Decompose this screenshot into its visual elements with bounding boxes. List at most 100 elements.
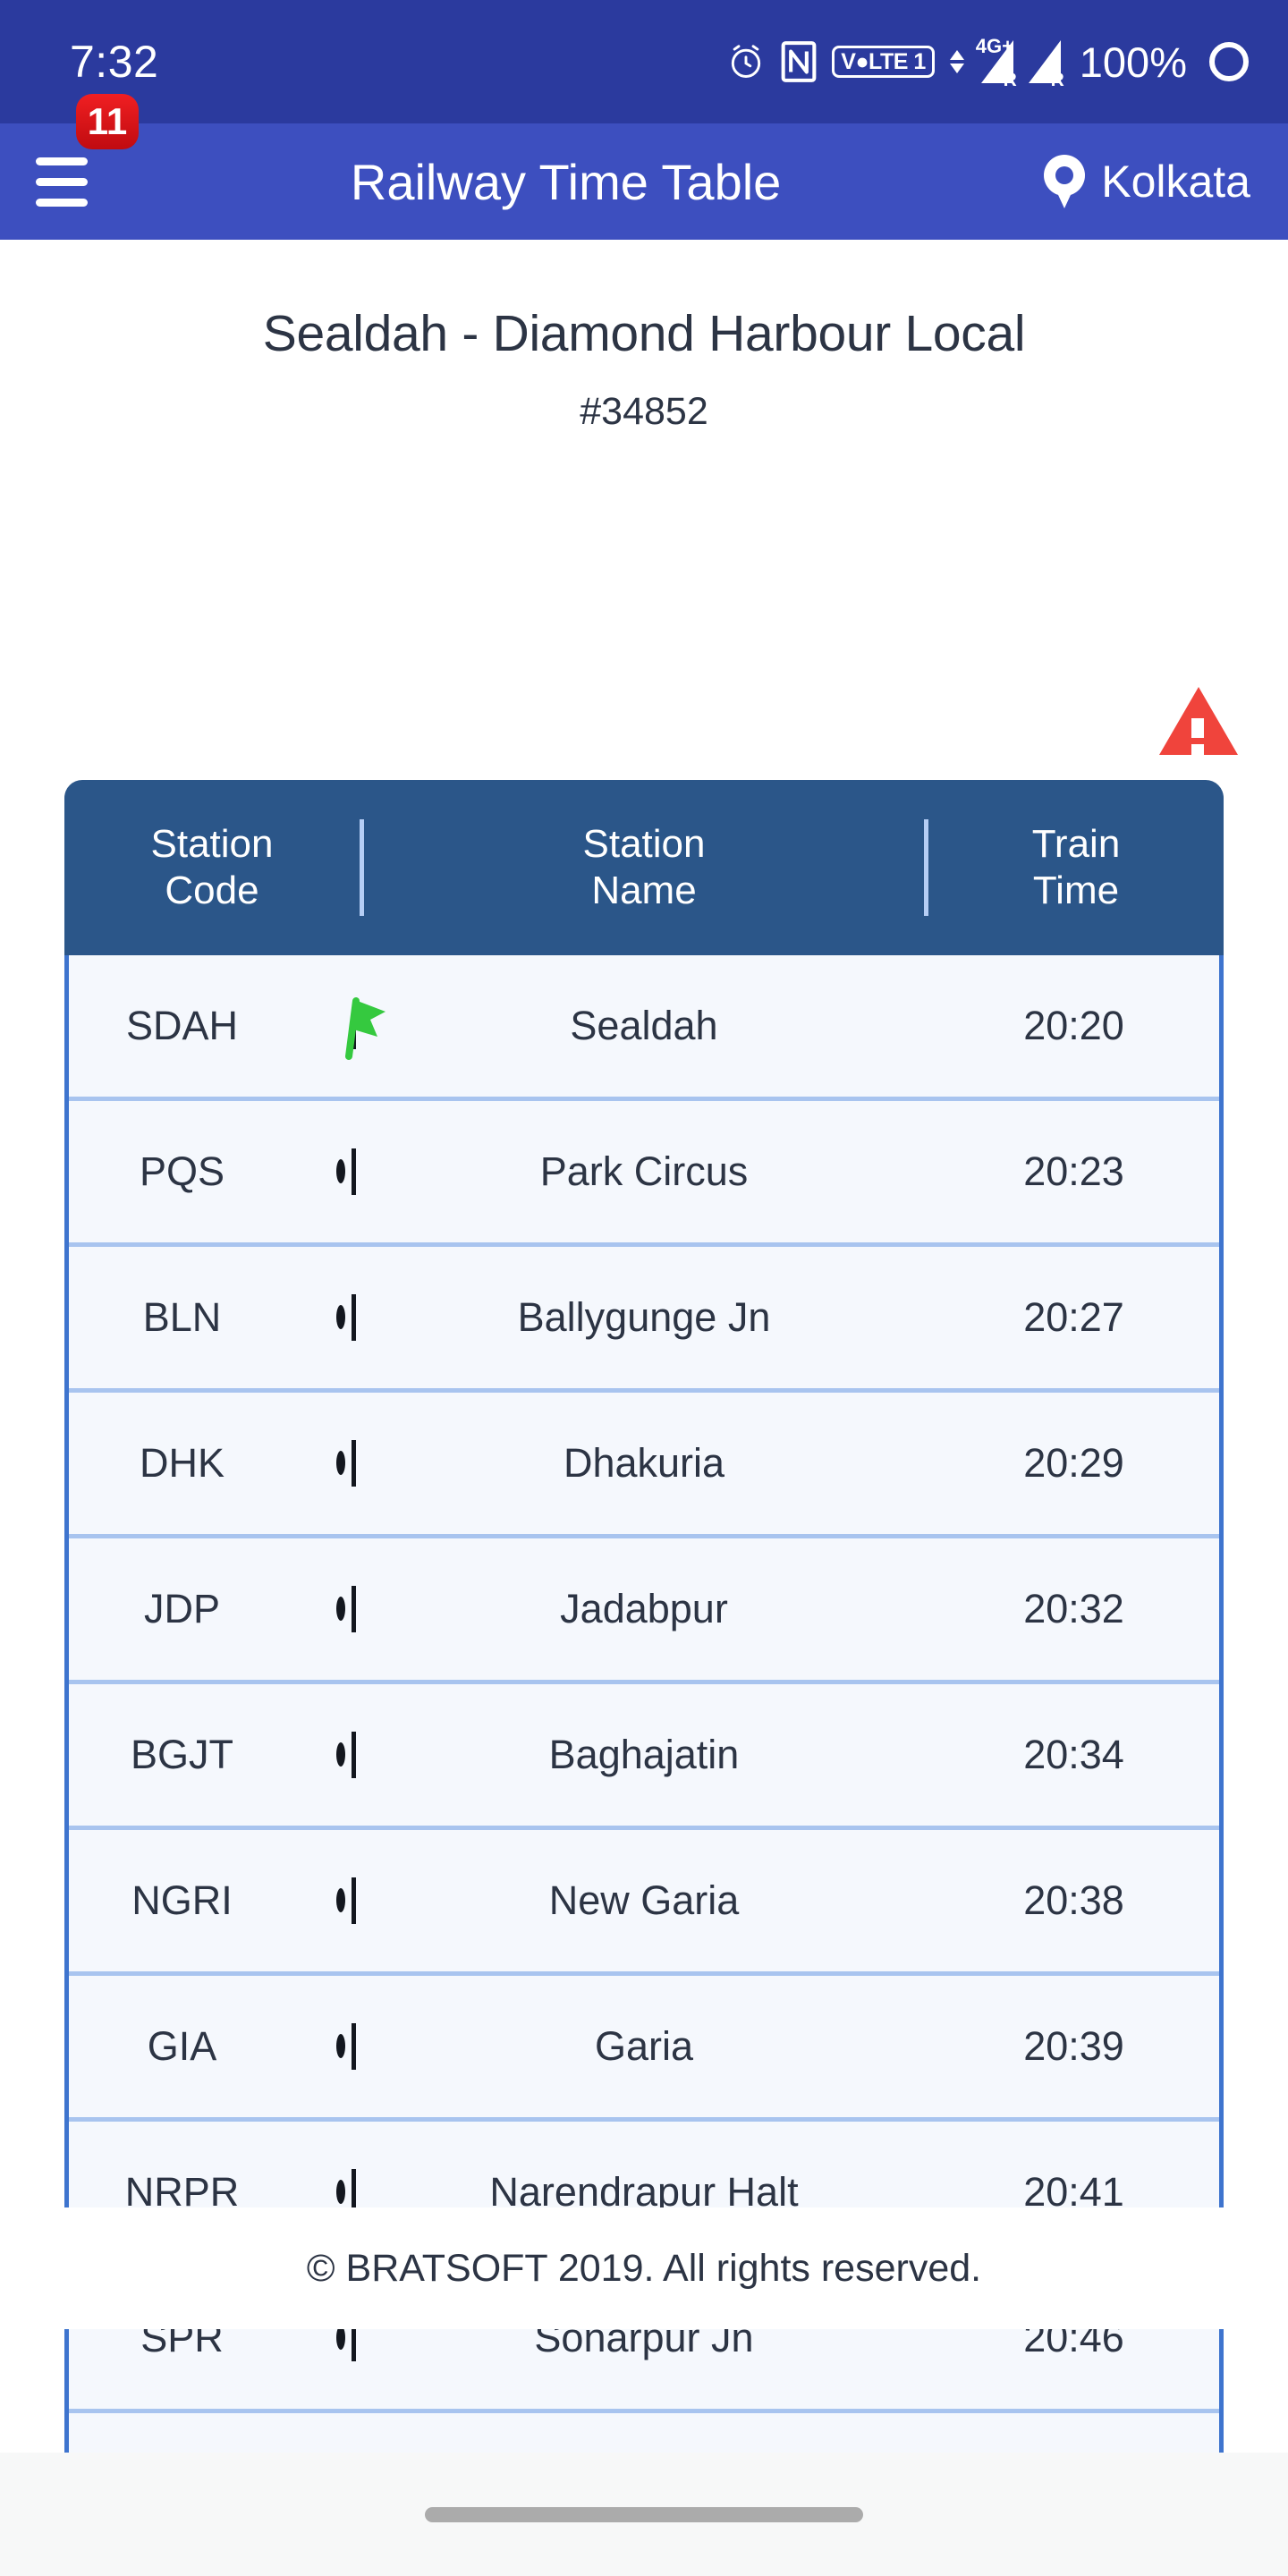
signal-strength-icon-2: R (1028, 40, 1064, 90)
notification-badge[interactable]: 11 (76, 94, 139, 149)
station-marker (336, 1597, 345, 1621)
station-code-label: NGRI (131, 1877, 233, 1923)
route-line (352, 1877, 356, 1924)
cell-station-code: PQS (69, 1148, 360, 1195)
table-row[interactable]: BLN Ballygunge Jn 20:27 (69, 1247, 1219, 1393)
train-time-label: 20:38 (1023, 1877, 1124, 1923)
station-marker (336, 1888, 345, 1912)
network-type-label: 4G+ (975, 35, 1013, 57)
train-time-label: 20:20 (1023, 1003, 1124, 1048)
station-name-label: Baghajatin (548, 1732, 740, 1777)
table-row[interactable]: GIA Garia 20:39 (69, 1976, 1219, 2122)
train-time-label: 20:29 (1023, 1440, 1124, 1486)
location-selector[interactable]: Kolkata (1044, 155, 1250, 208)
volte-indicator: V●LTE 1 (832, 45, 935, 79)
location-pin-icon (1044, 155, 1086, 208)
train-time-label: 20:23 (1023, 1148, 1124, 1194)
column-header-station-name: Station Name (582, 822, 706, 912)
cell-station-code: GIA (69, 2023, 360, 2070)
route-line (352, 1440, 356, 1487)
roaming-label-2: R (1050, 70, 1064, 90)
app-bar: 11 Railway Time Table Kolkata (0, 94, 1288, 240)
station-dot-icon (336, 1597, 345, 1621)
station-name-label: Jadabpur (560, 1586, 728, 1631)
hamburger-menu-icon[interactable]: 11 (36, 94, 139, 214)
copyright-text: © BRATSOFT 2019. All rights reserved. (306, 2246, 982, 2290)
route-line (352, 1148, 356, 1195)
station-marker (336, 1159, 345, 1183)
station-name-label: Dhakuria (563, 1440, 725, 1486)
station-code-label: BLN (142, 1294, 222, 1340)
table-row[interactable]: SBGRSubhas Gram20:50 (69, 2413, 1219, 2453)
table-row[interactable]: SDAH Sealdah 20:20 (69, 955, 1219, 1101)
station-dot-icon (336, 1451, 345, 1475)
train-number: #34852 (580, 390, 708, 433)
location-label: Kolkata (1101, 157, 1250, 207)
header-divider-1 (360, 819, 364, 916)
page-title: Railway Time Table (350, 153, 782, 210)
station-code-label: JDP (143, 1586, 220, 1631)
phone-screen: 7:32 V●LTE 1 4G+ R R 100% 11 Railway Tim… (0, 0, 1288, 2576)
station-name-label: Park Circus (539, 1148, 749, 1194)
station-dot-icon (336, 1305, 345, 1329)
status-time: 7:32 (70, 37, 159, 87)
table-row[interactable]: PQS Park Circus 20:23 (69, 1101, 1219, 1247)
route-line (352, 2023, 356, 2070)
table-row[interactable]: JDP Jadabpur 20:32 (69, 1538, 1219, 1684)
station-dot-icon (336, 1742, 345, 1767)
station-code-label: GIA (147, 2023, 217, 2069)
station-marker (336, 992, 390, 1060)
table-row[interactable]: DHK Dhakuria 20:29 (69, 1393, 1219, 1538)
station-marker (336, 2034, 345, 2058)
train-time-label: 20:27 (1023, 1294, 1124, 1340)
station-marker (336, 1451, 345, 1475)
train-route-title: Sealdah - Diamond Harbour Local (262, 305, 1026, 362)
table-row[interactable]: BGJT Baghajatin 20:34 (69, 1684, 1219, 1830)
warning-exclamation (1191, 718, 1204, 756)
data-transfer-icon (949, 50, 964, 73)
station-dot-icon (336, 2180, 345, 2204)
station-name-label: Garia (594, 2023, 694, 2069)
station-dot-icon (336, 2034, 345, 2058)
footer: © BRATSOFT 2019. All rights reserved. (0, 2207, 1288, 2329)
signal-strength-icon-1: 4G+ R (976, 35, 1017, 90)
table-row[interactable]: NGRI New Garia 20:38 (69, 1830, 1219, 1976)
gesture-nav-pill[interactable] (425, 2506, 863, 2522)
station-name-label: New Garia (548, 1877, 740, 1923)
station-marker (336, 1305, 345, 1329)
station-marker (336, 2326, 345, 2350)
cell-station-code: NGRI (69, 1877, 360, 1924)
roaming-label-1: R (1003, 70, 1017, 90)
status-bar: 7:32 V●LTE 1 4G+ R R 100% (0, 0, 1288, 123)
station-dot-icon (336, 1159, 345, 1183)
cell-station-code: DHK (69, 1440, 360, 1487)
route-line (352, 1294, 356, 1341)
route-line (352, 1586, 356, 1632)
station-code-label: SDAH (125, 1003, 239, 1048)
station-dot-icon (336, 1888, 345, 1912)
station-dot-icon (336, 2326, 345, 2350)
battery-circle-icon (1209, 42, 1249, 81)
main-content: Sealdah - Diamond Harbour Local #34852 S… (0, 240, 1288, 2453)
column-header-train-time: Train Time (1031, 822, 1121, 912)
nfc-icon (781, 41, 817, 82)
alarm-clock-icon (726, 42, 766, 81)
header-divider-2 (924, 819, 928, 916)
green-flag-icon (336, 992, 390, 1060)
cell-station-code: SDAH (69, 997, 386, 1060)
column-header-station-code: Station Code (150, 822, 274, 912)
station-code-label: BGJT (130, 1732, 233, 1777)
station-name-label: Sealdah (570, 1003, 718, 1048)
train-time-label: 20:39 (1023, 2023, 1124, 2069)
station-marker (336, 2180, 345, 2204)
cell-station-code: BLN (69, 1294, 360, 1341)
station-code-label: DHK (139, 1440, 225, 1486)
table-header-row: Station Code Station Name Train Time (64, 780, 1224, 955)
timetable: Station Code Station Name Train Time SDA… (64, 780, 1224, 2453)
station-code-label: PQS (139, 1148, 225, 1194)
cell-station-code: JDP (69, 1586, 360, 1632)
train-time-label: 20:34 (1023, 1732, 1124, 1777)
train-time-label: 20:32 (1023, 1586, 1124, 1631)
battery-percent-label: 100% (1079, 38, 1187, 86)
station-name-label: Ballygunge Jn (517, 1294, 771, 1340)
